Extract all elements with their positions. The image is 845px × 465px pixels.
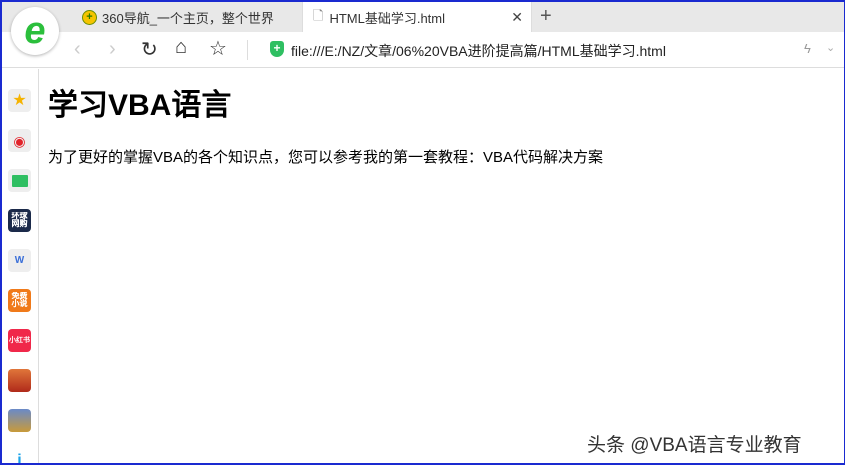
reload-icon[interactable]: ↻ bbox=[141, 37, 158, 62]
chevron-down-icon[interactable]: ⌄ bbox=[826, 41, 835, 54]
lightning-icon[interactable]: ϟ bbox=[804, 41, 811, 56]
mail-icon[interactable] bbox=[8, 169, 31, 192]
free-novel-icon[interactable]: 免费小说 免费 小说 bbox=[8, 289, 31, 312]
word-doc-icon[interactable]: W bbox=[8, 249, 31, 272]
close-tab-icon[interactable]: ✕ bbox=[511, 9, 523, 26]
game-icon[interactable] bbox=[8, 369, 31, 392]
toolbar: ‹ › ↻ ⌂ ☆ + file:///E:/NZ/文章/06%20VBA进阶提… bbox=[2, 32, 844, 68]
back-icon[interactable]: ‹ bbox=[74, 38, 81, 61]
address-bar[interactable]: file:///E:/NZ/文章/06%20VBA进阶提高篇/HTML基础学习.… bbox=[291, 41, 666, 61]
tab-label: 360导航_一个主页，整个世界 bbox=[102, 10, 274, 26]
360-icon: + bbox=[82, 9, 97, 25]
tab-360-nav[interactable]: +360导航_一个主页，整个世界 bbox=[76, 2, 302, 32]
page-paragraph: 为了更好的掌握VBA的各个知识点，您可以参考我的第一套教程：VBA代码解决方案 bbox=[48, 149, 604, 166]
game-icon-2[interactable] bbox=[8, 409, 31, 432]
new-tab-button[interactable]: + bbox=[540, 5, 552, 28]
huanqiu-shopping-label-lines: 环球 网购 bbox=[11, 212, 28, 228]
free-novel-label-lines: 免费 小说 bbox=[11, 292, 28, 308]
favorite-star-icon[interactable]: ☆ bbox=[209, 36, 227, 61]
page-heading: 学习VBA语言 bbox=[48, 89, 232, 122]
page-content: 学习VBA语言 为了更好的掌握VBA的各个知识点，您可以参考我的第一套教程：VB… bbox=[48, 80, 603, 167]
xiaohongshu-icon[interactable]: 小红书 bbox=[8, 329, 31, 352]
file-icon: 🗋 bbox=[313, 7, 324, 23]
browser-logo[interactable]: e bbox=[11, 7, 59, 55]
divider bbox=[247, 40, 248, 60]
tab-label: HTML基础学习.html bbox=[329, 11, 446, 26]
tab-html-basics[interactable]: 🗋 HTML基础学习.html ✕ bbox=[302, 2, 532, 33]
browser-window: +360导航_一个主页，整个世界 🗋 HTML基础学习.html ✕ + e ‹ ›… bbox=[0, 0, 845, 465]
huanqiu-shopping-icon[interactable]: 环球网购 环球 网购 bbox=[8, 209, 31, 232]
secure-shield-icon[interactable]: + bbox=[270, 41, 284, 57]
forward-icon[interactable]: › bbox=[109, 38, 116, 61]
app-icon[interactable]: i bbox=[8, 449, 31, 463]
home-icon[interactable]: ⌂ bbox=[175, 36, 187, 59]
weibo-icon[interactable]: ◉ bbox=[8, 129, 31, 152]
tab-bar: +360导航_一个主页，整个世界 🗋 HTML基础学习.html ✕ + bbox=[2, 2, 844, 33]
watermark: 头条 @VBA语言专业教育 bbox=[587, 435, 802, 456]
sidebar: ★ ◉ 环球网购 环球 网购 W 免费小说 免费 小说 小红书 i bbox=[2, 69, 39, 463]
favorites-star-icon[interactable]: ★ bbox=[8, 89, 31, 112]
